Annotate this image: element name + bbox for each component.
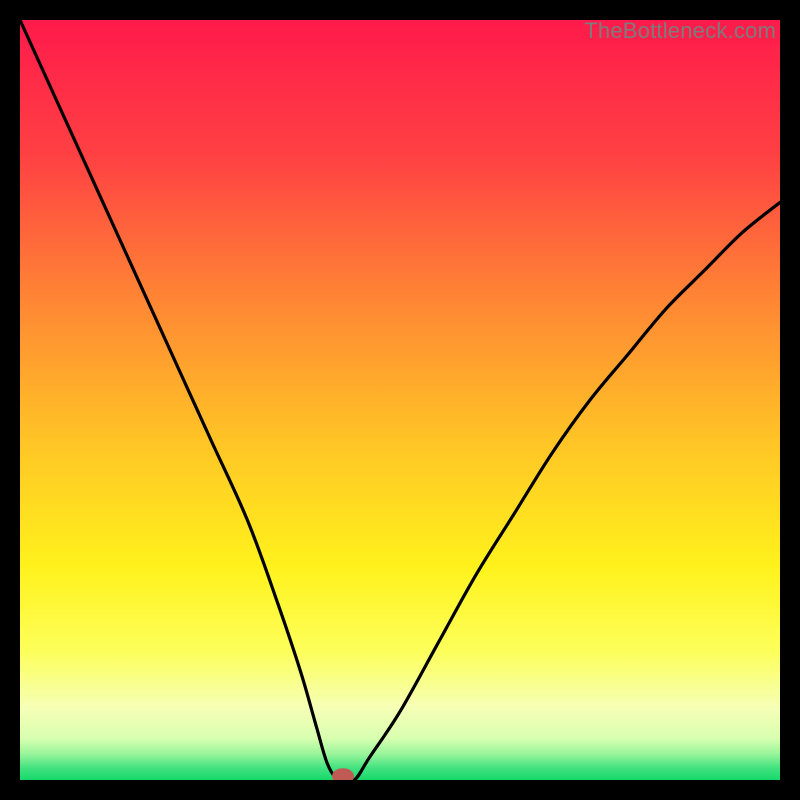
- chart-background: [20, 20, 780, 780]
- bottleneck-chart: [20, 20, 780, 780]
- watermark-text: TheBottleneck.com: [584, 18, 776, 44]
- chart-frame: TheBottleneck.com: [20, 20, 780, 780]
